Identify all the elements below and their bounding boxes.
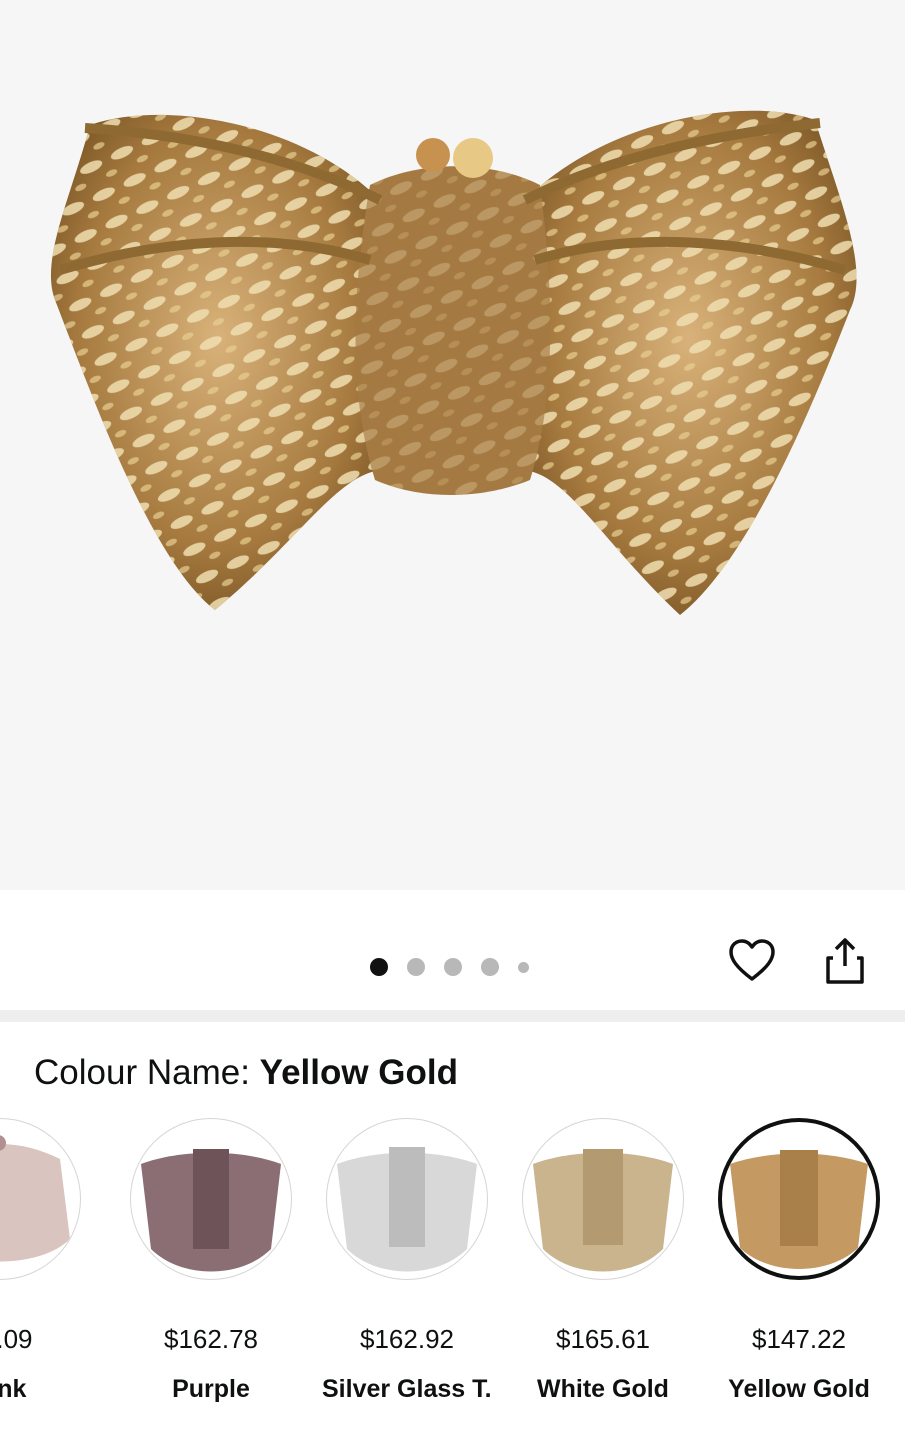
share-icon xyxy=(826,938,864,984)
heart-icon xyxy=(729,939,775,981)
swatch-purple[interactable]: $162.78 Purple xyxy=(126,1118,296,1404)
swatch-image xyxy=(718,1118,880,1280)
swatch-silver-glass[interactable]: $162.92 Silver Glass T... xyxy=(322,1118,492,1404)
swatch-thumbnail xyxy=(730,1150,868,1269)
swatch-image xyxy=(130,1118,292,1280)
swatch-image xyxy=(326,1118,488,1280)
swatch-price: $162.78 xyxy=(164,1324,258,1354)
image-carousel-controls xyxy=(0,890,905,1010)
swatch-name: Yellow Gold xyxy=(728,1375,870,1403)
swatch-image xyxy=(522,1118,684,1280)
carousel-dot[interactable] xyxy=(407,958,425,976)
bow-clutch-illustration xyxy=(50,110,857,616)
swatch-name: White Gold xyxy=(537,1375,669,1403)
swatch-price: 45.09 xyxy=(0,1324,33,1354)
swatch-image xyxy=(0,1118,81,1280)
carousel-dot[interactable] xyxy=(370,958,388,976)
swatch-price: $162.92 xyxy=(360,1324,454,1354)
swatch-name: Silver Glass T... xyxy=(322,1375,492,1403)
swatch-price: $147.22 xyxy=(752,1324,846,1354)
swatch-thumbnail xyxy=(0,1135,70,1262)
carousel-dot[interactable] xyxy=(444,958,462,976)
swatch-pink[interactable]: 45.09 Pink xyxy=(0,1118,85,1404)
swatch-thumbnail xyxy=(533,1149,673,1272)
swatch-name: Pink xyxy=(0,1375,27,1403)
section-divider xyxy=(0,1010,905,1022)
swatch-thumbnail xyxy=(141,1149,281,1272)
share-button[interactable] xyxy=(820,936,870,986)
product-image[interactable] xyxy=(0,0,905,890)
carousel-dot[interactable] xyxy=(481,958,499,976)
swatch-price: $165.61 xyxy=(556,1324,650,1354)
carousel-dots[interactable] xyxy=(370,958,548,976)
swatch-name: Purple xyxy=(172,1375,250,1403)
favorite-button[interactable] xyxy=(727,936,777,986)
swatch-yellow-gold[interactable]: $147.22 Yellow Gold xyxy=(714,1118,884,1404)
colour-label: Colour Name: xyxy=(34,1053,250,1092)
swatch-thumbnail xyxy=(337,1147,477,1272)
colour-selected-value: Yellow Gold xyxy=(259,1053,459,1092)
colour-swatch-list: 45.09 Pink $162.78 Purple $162.92 Silver… xyxy=(0,1118,905,1418)
colour-name-row: Colour Name: Yellow Gold xyxy=(34,1050,458,1096)
swatch-white-gold[interactable]: $165.61 White Gold xyxy=(518,1118,688,1404)
carousel-dot[interactable] xyxy=(518,961,529,973)
